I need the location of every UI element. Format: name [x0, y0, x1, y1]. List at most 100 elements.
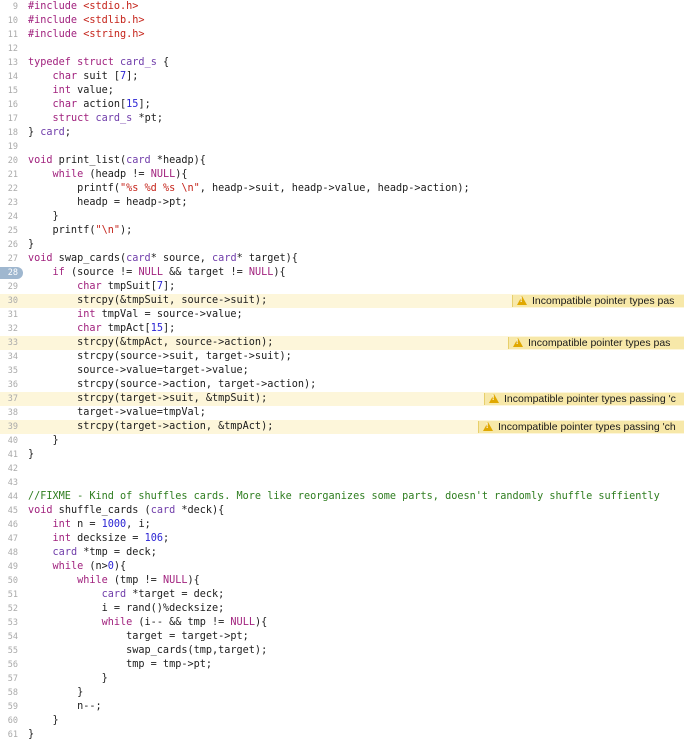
code-text[interactable]: n--;: [28, 700, 102, 714]
code-text[interactable]: #include <string.h>: [28, 28, 145, 42]
code-line[interactable]: 60 }: [0, 714, 684, 728]
code-text[interactable]: char suit [7];: [28, 70, 139, 84]
code-text[interactable]: int decksize = 106;: [28, 532, 170, 546]
code-text[interactable]: }: [28, 686, 83, 700]
code-line[interactable]: 59 n--;: [0, 700, 684, 714]
code-text[interactable]: typedef struct card_s {: [28, 56, 169, 70]
code-line[interactable]: 53 while (i-- && tmp != NULL){: [0, 616, 684, 630]
code-line-warning[interactable]: 30 strcpy(&tmpSuit, source->suit); Incomp…: [0, 294, 684, 308]
code-text[interactable]: while (i-- && tmp != NULL){: [28, 616, 268, 630]
code-line[interactable]: 41}: [0, 448, 684, 462]
code-line[interactable]: 54 target = target->pt;: [0, 630, 684, 644]
code-line-warning[interactable]: 37 strcpy(target->suit, &tmpSuit); Incomp…: [0, 392, 684, 406]
code-text[interactable]: strcpy(target->action, &tmpAct);: [28, 420, 273, 434]
code-line[interactable]: 9 #include <stdio.h>: [0, 0, 684, 14]
code-line[interactable]: 32 char tmpAct[15];: [0, 322, 684, 336]
code-text[interactable]: target = target->pt;: [28, 630, 249, 644]
code-text[interactable]: char tmpAct[15];: [28, 322, 175, 336]
code-text[interactable]: card *tmp = deck;: [28, 546, 157, 560]
code-text[interactable]: while (headp != NULL){: [28, 168, 188, 182]
code-text[interactable]: while (n>0){: [28, 560, 127, 574]
code-line[interactable]: 36 strcpy(source->action, target->action…: [0, 378, 684, 392]
code-line[interactable]: 49 while (n>0){: [0, 560, 684, 574]
code-text[interactable]: target->value=tmpVal;: [28, 406, 206, 420]
code-editor[interactable]: 9 #include <stdio.h> 10 #include <stdlib.h…: [0, 0, 684, 746]
code-line[interactable]: 34 strcpy(source->suit, target->suit);: [0, 350, 684, 364]
code-line[interactable]: 46 int n = 1000, i;: [0, 518, 684, 532]
warning-badge[interactable]: Incompatible pointer types pas: [512, 295, 684, 307]
code-line[interactable]: 26}: [0, 238, 684, 252]
code-text[interactable]: printf("%s %d %s \n", headp->suit, headp…: [28, 182, 470, 196]
code-text[interactable]: struct card_s *pt;: [28, 112, 163, 126]
code-line[interactable]: 19: [0, 140, 684, 154]
code-text[interactable]: strcpy(&tmpAct, source->action);: [28, 336, 273, 350]
code-text[interactable]: }: [28, 434, 59, 448]
code-line[interactable]: 40 }: [0, 434, 684, 448]
code-line[interactable]: 35 source->value=target->value;: [0, 364, 684, 378]
code-line[interactable]: 27 void swap_cards(card* source, card* ta…: [0, 252, 684, 266]
code-line[interactable]: 25 printf("\n");: [0, 224, 684, 238]
code-line[interactable]: 31 int tmpVal = source->value;: [0, 308, 684, 322]
code-line[interactable]: 10 #include <stdlib.h>: [0, 14, 684, 28]
code-text[interactable]: }: [28, 448, 34, 462]
code-text[interactable]: swap_cards(tmp,target);: [28, 644, 267, 658]
code-line[interactable]: 16 char action[15];: [0, 98, 684, 112]
code-text[interactable]: while (tmp != NULL){: [28, 574, 200, 588]
code-line[interactable]: 52 i = rand()%decksize;: [0, 602, 684, 616]
code-line[interactable]: 11 #include <string.h>: [0, 28, 684, 42]
code-line[interactable]: 45 void shuffle_cards (card *deck){: [0, 504, 684, 518]
code-text[interactable]: char action[15];: [28, 98, 151, 112]
code-text[interactable]: i = rand()%decksize;: [28, 602, 225, 616]
code-text[interactable]: #include <stdlib.h>: [28, 14, 145, 28]
code-text[interactable]: #include <stdio.h>: [28, 0, 138, 14]
code-text[interactable]: } card;: [28, 126, 71, 140]
code-text[interactable]: void shuffle_cards (card *deck){: [28, 504, 224, 518]
code-text[interactable]: }: [28, 210, 59, 224]
code-text[interactable]: char tmpSuit[7];: [28, 280, 175, 294]
code-line[interactable]: 17 struct card_s *pt;: [0, 112, 684, 126]
code-line[interactable]: 20 void print_list(card *headp){: [0, 154, 684, 168]
code-text[interactable]: }: [28, 714, 59, 728]
code-line-warning[interactable]: 39 strcpy(target->action, &tmpAct); Incom…: [0, 420, 684, 434]
code-text[interactable]: int tmpVal = source->value;: [28, 308, 243, 322]
code-text[interactable]: headp = headp->pt;: [28, 196, 187, 210]
code-line[interactable]: 43: [0, 476, 684, 490]
code-text[interactable]: strcpy(&tmpSuit, source->suit);: [28, 294, 267, 308]
code-line[interactable]: 55 swap_cards(tmp,target);: [0, 644, 684, 658]
code-text[interactable]: int n = 1000, i;: [28, 518, 151, 532]
code-line[interactable]: 13 typedef struct card_s {: [0, 56, 684, 70]
code-line[interactable]: 48 card *tmp = deck;: [0, 546, 684, 560]
code-line[interactable]: 58 }: [0, 686, 684, 700]
warning-badge[interactable]: Incompatible pointer types passing 'ch: [478, 421, 684, 433]
code-line[interactable]: 24 }: [0, 210, 684, 224]
code-line[interactable]: 44 //FIXME - Kind of shuffles cards. More…: [0, 490, 684, 504]
code-line[interactable]: 56 tmp = tmp->pt;: [0, 658, 684, 672]
code-text[interactable]: source->value=target->value;: [28, 364, 249, 378]
code-text[interactable]: tmp = tmp->pt;: [28, 658, 212, 672]
code-line[interactable]: 50 while (tmp != NULL){: [0, 574, 684, 588]
code-text[interactable]: strcpy(target->suit, &tmpSuit);: [28, 392, 267, 406]
code-line[interactable]: 14 char suit [7];: [0, 70, 684, 84]
code-text[interactable]: void print_list(card *headp){: [28, 154, 206, 168]
code-line[interactable]: 61}: [0, 728, 684, 742]
code-text[interactable]: }: [28, 728, 34, 742]
code-text[interactable]: void swap_cards(card* source, card* targ…: [28, 252, 298, 266]
code-line[interactable]: 51 card *target = deck;: [0, 588, 684, 602]
code-line[interactable]: 47 int decksize = 106;: [0, 532, 684, 546]
code-line[interactable]: 23 headp = headp->pt;: [0, 196, 684, 210]
code-text[interactable]: }: [28, 672, 108, 686]
code-line[interactable]: 21 while (headp != NULL){: [0, 168, 684, 182]
code-text[interactable]: if (source != NULL && target != NULL){: [28, 266, 286, 280]
code-line-warning[interactable]: 33 strcpy(&tmpAct, source->action); Incom…: [0, 336, 684, 350]
code-line[interactable]: 29 char tmpSuit[7];: [0, 280, 684, 294]
code-text[interactable]: //FIXME - Kind of shuffles cards. More l…: [28, 490, 660, 504]
code-line[interactable]: 38 target->value=tmpVal;: [0, 406, 684, 420]
warning-badge[interactable]: Incompatible pointer types passing 'c: [484, 393, 684, 405]
code-line[interactable]: 12: [0, 42, 684, 56]
code-line-current[interactable]: 28 if (source != NULL && target != NULL)…: [0, 266, 684, 280]
code-text[interactable]: }: [28, 238, 34, 252]
code-text[interactable]: printf("\n");: [28, 224, 133, 238]
code-line[interactable]: 57 }: [0, 672, 684, 686]
code-text[interactable]: int value;: [28, 84, 114, 98]
code-line[interactable]: 22 printf("%s %d %s \n", headp->suit, he…: [0, 182, 684, 196]
